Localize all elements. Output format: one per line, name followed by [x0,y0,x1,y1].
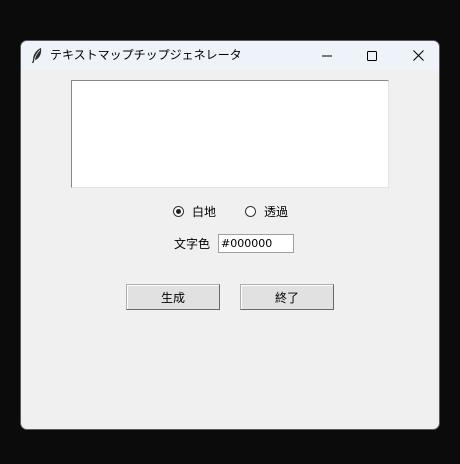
generate-button[interactable]: 生成 [126,284,220,310]
radio-checked-icon [173,205,184,217]
minimize-icon [322,46,332,65]
text-color-label: 文字色 [174,237,211,251]
close-icon [412,46,424,65]
radio-transparent[interactable]: 透過 [245,203,288,219]
maximize-icon [367,46,377,65]
radio-label: 透過 [264,204,289,219]
quit-button[interactable]: 終了 [240,284,334,310]
close-button[interactable] [395,41,439,70]
radio-white-background[interactable]: 白地 [173,203,216,219]
title-bar[interactable]: テキストマップチップジェネレータ [21,41,439,70]
window-title: テキストマップチップジェネレータ [50,48,242,62]
radio-label: 白地 [192,204,217,219]
minimize-button[interactable] [304,41,350,70]
radio-unchecked-icon [245,205,256,217]
maximize-button[interactable] [349,41,395,70]
feather-icon [30,47,44,64]
text-input-area[interactable] [71,80,389,188]
text-color-field[interactable] [218,234,294,253]
app-window: テキストマップチップジェネレータ 白地 透過 文字色 生成 終了 [20,40,440,430]
